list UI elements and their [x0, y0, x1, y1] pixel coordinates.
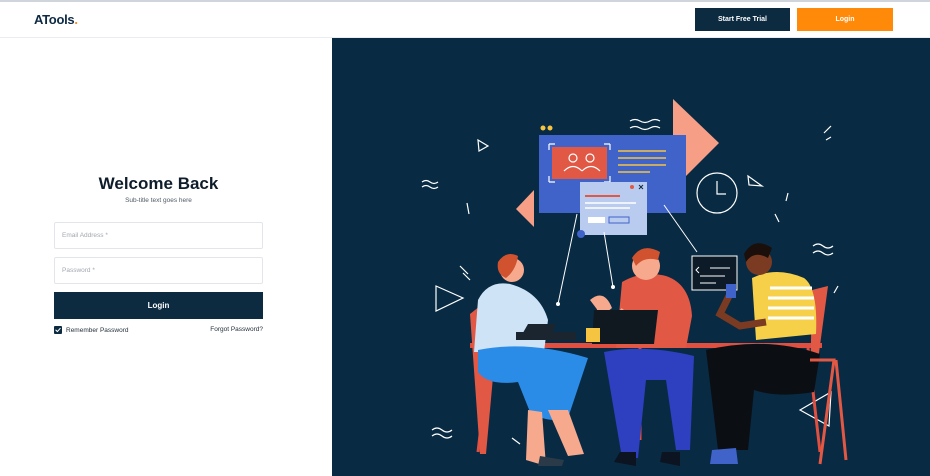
page-subtitle: Sub-title text goes here — [125, 197, 192, 204]
header-login-button[interactable]: Login — [797, 8, 893, 31]
person-middle-graphic — [586, 248, 694, 466]
login-button[interactable]: Login — [54, 292, 263, 319]
email-field[interactable] — [54, 222, 263, 249]
start-free-trial-button[interactable]: Start Free Trial — [695, 8, 790, 31]
remember-password-option[interactable]: Remember Password — [54, 326, 129, 334]
team-meeting-illustration — [421, 99, 848, 466]
remember-label: Remember Password — [66, 326, 129, 334]
remember-checkbox[interactable] — [54, 326, 62, 334]
person-left-graphic — [470, 254, 588, 466]
login-panel: Welcome Back Sub-title text goes here Lo… — [0, 38, 332, 476]
password-field[interactable] — [54, 257, 263, 284]
forgot-password-link[interactable]: Forgot Password? — [196, 326, 263, 333]
popup-window-graphic — [577, 182, 647, 238]
page-title: Welcome Back — [98, 174, 219, 193]
coral-triangle-small — [516, 190, 534, 227]
logo-text: ATools — [34, 12, 75, 27]
logo[interactable]: ATools. — [34, 12, 78, 27]
check-icon — [55, 327, 61, 333]
hero-illustration-panel — [332, 38, 930, 476]
logo-dot: . — [74, 12, 78, 27]
top-navigation-bar: ATools. Start Free Trial Login — [0, 0, 930, 38]
